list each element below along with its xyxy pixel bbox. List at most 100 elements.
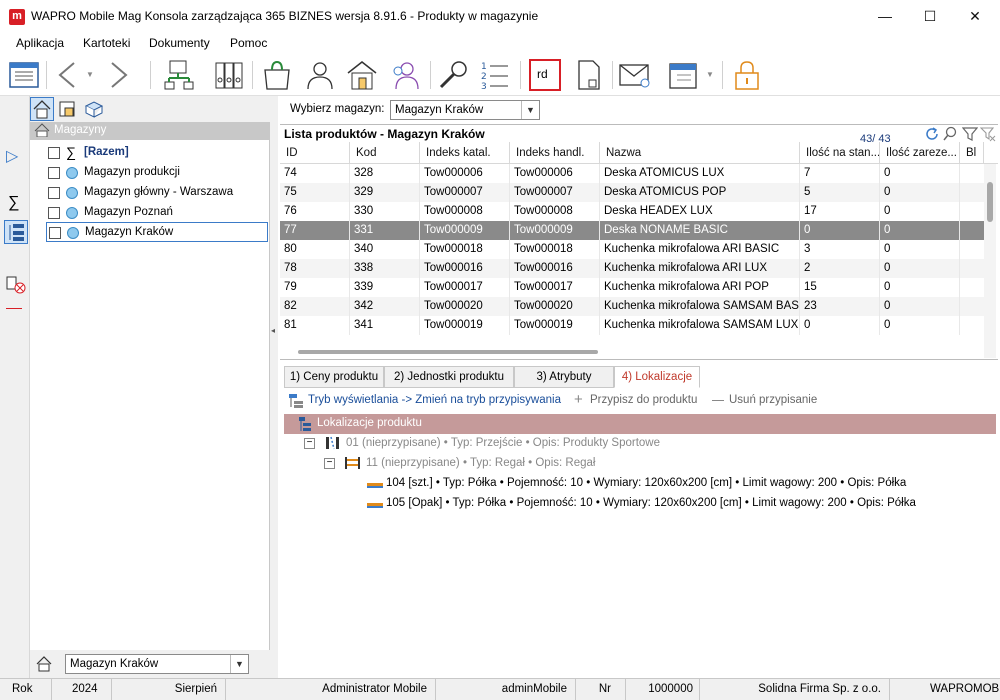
- table-row[interactable]: 77 331 Tow000009 Tow000009 Deska NONAME BASI…: [280, 221, 984, 240]
- warehouse-select[interactable]: Magazyn Kraków ▼: [390, 100, 540, 120]
- splitter[interactable]: ◂: [270, 96, 278, 678]
- checkbox[interactable]: [48, 207, 60, 219]
- column-header[interactable]: ID: [280, 142, 350, 164]
- tree-item-magazyn-produkcji[interactable]: Magazyn produkcji: [46, 163, 268, 183]
- lock-icon[interactable]: [730, 58, 764, 92]
- checkbox[interactable]: [48, 147, 60, 159]
- status-bar: Rok 2024 Sierpień Administrator Mobile a…: [0, 678, 1000, 700]
- document-rd-icon[interactable]: rd: [528, 58, 562, 92]
- warehouse-icon[interactable]: [345, 58, 379, 92]
- table-cell: 0: [880, 316, 960, 335]
- table-cell: Kuchenka mikrofalowa SAMSAM BASI: [600, 297, 800, 316]
- binders-icon[interactable]: [212, 58, 246, 92]
- wrench-icon[interactable]: [436, 58, 470, 92]
- collapse-toggle[interactable]: −: [304, 438, 315, 449]
- vertical-scrollbar[interactable]: [984, 164, 996, 358]
- column-header[interactable]: Ilość na stan...: [800, 142, 880, 164]
- user-icon[interactable]: [303, 58, 337, 92]
- table-cell: Tow000006: [420, 164, 510, 183]
- tree-item-magazyn-glowny[interactable]: Magazyn główny - Warszawa: [46, 183, 268, 203]
- checkbox[interactable]: [48, 187, 60, 199]
- rack-icon: [344, 456, 362, 473]
- sum-icon[interactable]: ∑: [8, 194, 19, 212]
- forward-icon[interactable]: [102, 58, 136, 92]
- tree-header-label: Magazyny: [54, 124, 107, 136]
- warehouse-doc-tab-icon[interactable]: [58, 100, 78, 121]
- column-header[interactable]: Indeks handl.: [510, 142, 600, 164]
- users-icon[interactable]: [387, 58, 421, 92]
- unassign-button[interactable]: Usuń przypisanie: [729, 394, 817, 406]
- mail-user-icon[interactable]: [618, 58, 652, 92]
- document-icon[interactable]: [572, 58, 606, 92]
- tree-view-icon[interactable]: [4, 220, 28, 244]
- table-cell: 74: [280, 164, 350, 183]
- tab-lokalizacje[interactable]: 4) Lokalizacje: [614, 366, 700, 388]
- checkbox[interactable]: [48, 167, 60, 179]
- tab-ceny[interactable]: 1) Ceny produktu: [284, 366, 384, 388]
- back-icon[interactable]: [52, 58, 86, 92]
- location-aisle[interactable]: 01 (nieprzypisane) • Typ: Przejście • Op…: [346, 437, 660, 449]
- table-cell: 0: [800, 316, 880, 335]
- table-row[interactable]: 80 340 Tow000018 Tow000018 Kuchenka mikrofal…: [280, 240, 984, 259]
- table-row[interactable]: 76 330 Tow000008 Tow000008 Deska HEADEX LUX 1…: [280, 202, 984, 221]
- location-shelf[interactable]: 104 [szt.] • Typ: Półka • Pojemność: 10 …: [386, 477, 906, 489]
- column-header[interactable]: Indeks katal.: [420, 142, 510, 164]
- calendar-dropdown-icon[interactable]: ▼: [706, 70, 714, 79]
- column-header[interactable]: Ilość zareze...: [880, 142, 960, 164]
- collapse-toggle[interactable]: −: [324, 458, 335, 469]
- tree-item-magazyn-poznan[interactable]: Magazyn Poznań: [46, 203, 268, 223]
- table-cell: 330: [350, 202, 420, 221]
- back-dropdown-icon[interactable]: ▼: [86, 70, 94, 79]
- table-cell: 0: [800, 221, 880, 240]
- column-header[interactable]: Kod: [350, 142, 420, 164]
- tab-jednostki[interactable]: 2) Jednostki produktu: [384, 366, 514, 388]
- collapse-left-icon[interactable]: ◂: [271, 326, 275, 335]
- filter-clear-icon[interactable]: [6, 276, 26, 297]
- shopping-bag-icon[interactable]: [260, 58, 294, 92]
- table-cell: 0: [880, 259, 960, 278]
- column-header[interactable]: Bl: [960, 142, 984, 164]
- checkbox[interactable]: [49, 227, 61, 239]
- menu-aplikacja[interactable]: Aplikacja: [16, 36, 64, 50]
- menu-pomoc[interactable]: Pomoc: [230, 36, 267, 50]
- minimize-button[interactable]: —: [862, 0, 908, 32]
- warehouse-bottom-select[interactable]: Magazyn Kraków ▼: [65, 654, 249, 674]
- tree-item-label: Magazyn Poznań: [84, 206, 173, 218]
- location-shelf[interactable]: 105 [Opak] • Typ: Półka • Pojemność: 10 …: [386, 497, 916, 509]
- main-menu-icon[interactable]: [7, 58, 41, 92]
- table-row[interactable]: 82 342 Tow000020 Tow000020 Kuchenka mikrofal…: [280, 297, 984, 316]
- table-row[interactable]: 74 328 Tow000006 Tow000006 Deska ATOMICUS LU…: [280, 164, 984, 183]
- menu-dokumenty[interactable]: Dokumenty: [149, 36, 210, 50]
- close-button[interactable]: ✕: [952, 0, 998, 32]
- assign-button[interactable]: Przypisz do produktu: [590, 394, 697, 406]
- shelf-icon: [366, 499, 384, 513]
- network-icon[interactable]: [162, 58, 196, 92]
- horizontal-scrollbar[interactable]: [280, 346, 980, 358]
- table-row[interactable]: 81 341 Tow000019 Tow000019 Kuchenka mikrofal…: [280, 316, 984, 335]
- location-rack[interactable]: 11 (nieprzypisane) • Typ: Regał • Opis: …: [366, 457, 595, 469]
- mode-switch-link[interactable]: Tryb wyświetlania -> Zmień na tryb przyp…: [308, 394, 561, 406]
- tree-item-magazyn-krakow[interactable]: Magazyn Kraków: [46, 222, 268, 242]
- scroll-thumb[interactable]: [987, 182, 993, 222]
- table-row[interactable]: 78 338 Tow000016 Tow000016 Kuchenka mikrofal…: [280, 259, 984, 278]
- tree-header[interactable]: Magazyny: [30, 122, 270, 140]
- numbered-list-icon[interactable]: 123: [478, 58, 512, 92]
- table-row[interactable]: 75 329 Tow000007 Tow000007 Deska ATOMICUS PO…: [280, 183, 984, 202]
- play-icon[interactable]: ▷: [6, 146, 18, 166]
- menu-kartoteki[interactable]: Kartoteki: [83, 36, 130, 50]
- maximize-button[interactable]: ☐: [907, 0, 953, 32]
- app-logo: m: [9, 9, 25, 25]
- svg-text:2: 2: [481, 72, 487, 82]
- chevron-down-icon[interactable]: ▼: [521, 101, 539, 119]
- chevron-down-icon[interactable]: ▼: [230, 655, 248, 673]
- scroll-thumb[interactable]: [298, 350, 598, 354]
- calendar-icon[interactable]: [667, 58, 701, 92]
- tab-atrybuty[interactable]: 3) Atrybuty: [514, 366, 614, 388]
- status-app: WAPROMOBI: [930, 683, 1000, 695]
- tree-item-razem[interactable]: ∑ [Razem]: [46, 143, 268, 163]
- home-tab-icon[interactable]: [30, 97, 54, 121]
- table-row[interactable]: 79 339 Tow000017 Tow000017 Kuchenka mikrofal…: [280, 278, 984, 297]
- box-tab-icon[interactable]: [84, 100, 104, 121]
- column-header[interactable]: Nazwa: [600, 142, 800, 164]
- table-cell: Tow000017: [420, 278, 510, 297]
